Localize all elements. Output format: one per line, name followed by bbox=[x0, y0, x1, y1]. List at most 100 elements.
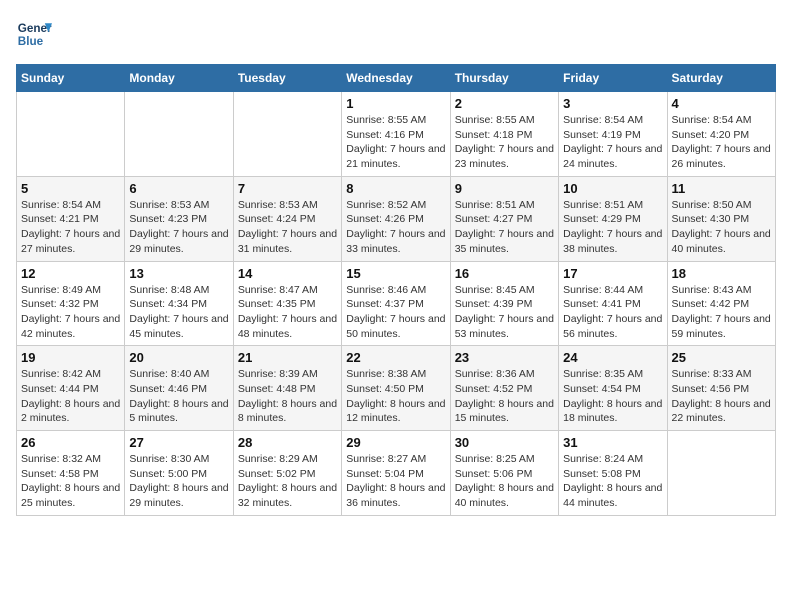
calendar-cell-w2-d3: 15 Sunrise: 8:46 AMSunset: 4:37 PMDayligh… bbox=[342, 261, 450, 346]
day-info: Sunrise: 8:35 AMSunset: 4:54 PMDaylight:… bbox=[563, 367, 662, 426]
calendar-cell-w1-d0: 5 Sunrise: 8:54 AMSunset: 4:21 PMDaylight… bbox=[17, 176, 125, 261]
weekday-sunday: Sunday bbox=[17, 65, 125, 92]
day-info: Sunrise: 8:51 AMSunset: 4:27 PMDaylight:… bbox=[455, 198, 554, 257]
calendar-cell-w3-d1: 20 Sunrise: 8:40 AMSunset: 4:46 PMDayligh… bbox=[125, 346, 233, 431]
calendar-cell-w1-d4: 9 Sunrise: 8:51 AMSunset: 4:27 PMDaylight… bbox=[450, 176, 558, 261]
day-info: Sunrise: 8:55 AMSunset: 4:18 PMDaylight:… bbox=[455, 113, 554, 172]
day-number: 14 bbox=[238, 266, 337, 281]
calendar-cell-w4-d3: 29 Sunrise: 8:27 AMSunset: 5:04 PMDayligh… bbox=[342, 431, 450, 516]
day-number: 28 bbox=[238, 435, 337, 450]
weekday-thursday: Thursday bbox=[450, 65, 558, 92]
weekday-tuesday: Tuesday bbox=[233, 65, 341, 92]
day-info: Sunrise: 8:46 AMSunset: 4:37 PMDaylight:… bbox=[346, 283, 445, 342]
day-number: 24 bbox=[563, 350, 662, 365]
calendar-cell-w0-d6: 4Sunrise: 8:54 AMSunset: 4:20 PMDaylight… bbox=[667, 92, 775, 177]
calendar-cell-w3-d2: 21 Sunrise: 8:39 AMSunset: 4:48 PMDayligh… bbox=[233, 346, 341, 431]
logo-icon: General Blue bbox=[16, 16, 52, 52]
day-number: 19 bbox=[21, 350, 120, 365]
day-info: Sunrise: 8:30 AMSunset: 5:00 PMDaylight:… bbox=[129, 452, 228, 511]
calendar-cell-w1-d5: 10 Sunrise: 8:51 AMSunset: 4:29 PMDayligh… bbox=[559, 176, 667, 261]
day-info: Sunrise: 8:49 AMSunset: 4:32 PMDaylight:… bbox=[21, 283, 120, 342]
day-info: Sunrise: 8:47 AMSunset: 4:35 PMDaylight:… bbox=[238, 283, 337, 342]
day-info: Sunrise: 8:54 AMSunset: 4:20 PMDaylight:… bbox=[672, 113, 771, 172]
calendar-cell-w2-d1: 13Sunrise: 8:48 AMSunset: 4:34 PMDayligh… bbox=[125, 261, 233, 346]
calendar-cell-w0-d1 bbox=[125, 92, 233, 177]
day-number: 16 bbox=[455, 266, 554, 281]
day-number: 17 bbox=[563, 266, 662, 281]
svg-text:Blue: Blue bbox=[18, 35, 44, 48]
day-info: Sunrise: 8:32 AMSunset: 4:58 PMDaylight:… bbox=[21, 452, 120, 511]
calendar-cell-w3-d4: 23 Sunrise: 8:36 AMSunset: 4:52 PMDayligh… bbox=[450, 346, 558, 431]
day-number: 25 bbox=[672, 350, 771, 365]
day-number: 8 bbox=[346, 181, 445, 196]
day-number: 22 bbox=[346, 350, 445, 365]
day-number: 23 bbox=[455, 350, 554, 365]
calendar-cell-w2-d0: 12 Sunrise: 8:49 AMSunset: 4:32 PMDayligh… bbox=[17, 261, 125, 346]
day-number: 30 bbox=[455, 435, 554, 450]
day-info: Sunrise: 8:27 AMSunset: 5:04 PMDaylight:… bbox=[346, 452, 445, 511]
calendar-cell-w0-d4: 2 Sunrise: 8:55 AMSunset: 4:18 PMDaylight… bbox=[450, 92, 558, 177]
day-info: Sunrise: 8:50 AMSunset: 4:30 PMDaylight:… bbox=[672, 198, 771, 257]
day-number: 18 bbox=[672, 266, 771, 281]
day-info: Sunrise: 8:42 AMSunset: 4:44 PMDaylight:… bbox=[21, 367, 120, 426]
calendar-cell-w4-d1: 27 Sunrise: 8:30 AMSunset: 5:00 PMDayligh… bbox=[125, 431, 233, 516]
day-number: 10 bbox=[563, 181, 662, 196]
day-info: Sunrise: 8:53 AMSunset: 4:24 PMDaylight:… bbox=[238, 198, 337, 257]
calendar-cell-w4-d5: 31 Sunrise: 8:24 AMSunset: 5:08 PMDayligh… bbox=[559, 431, 667, 516]
day-info: Sunrise: 8:55 AMSunset: 4:16 PMDaylight:… bbox=[346, 113, 445, 172]
day-number: 12 bbox=[21, 266, 120, 281]
day-number: 26 bbox=[21, 435, 120, 450]
day-number: 3 bbox=[563, 96, 662, 111]
day-info: Sunrise: 8:43 AMSunset: 4:42 PMDaylight:… bbox=[672, 283, 771, 342]
day-number: 6 bbox=[129, 181, 228, 196]
day-info: Sunrise: 8:45 AMSunset: 4:39 PMDaylight:… bbox=[455, 283, 554, 342]
calendar-cell-w4-d0: 26 Sunrise: 8:32 AMSunset: 4:58 PMDayligh… bbox=[17, 431, 125, 516]
calendar-cell-w0-d5: 3Sunrise: 8:54 AMSunset: 4:19 PMDaylight… bbox=[559, 92, 667, 177]
calendar-cell-w3-d6: 25 Sunrise: 8:33 AMSunset: 4:56 PMDayligh… bbox=[667, 346, 775, 431]
day-number: 20 bbox=[129, 350, 228, 365]
calendar-cell-w1-d3: 8 Sunrise: 8:52 AMSunset: 4:26 PMDaylight… bbox=[342, 176, 450, 261]
calendar-cell-w2-d2: 14 Sunrise: 8:47 AMSunset: 4:35 PMDayligh… bbox=[233, 261, 341, 346]
day-number: 1 bbox=[346, 96, 445, 111]
day-info: Sunrise: 8:48 AMSunset: 4:34 PMDaylight:… bbox=[129, 283, 228, 342]
day-info: Sunrise: 8:52 AMSunset: 4:26 PMDaylight:… bbox=[346, 198, 445, 257]
day-info: Sunrise: 8:38 AMSunset: 4:50 PMDaylight:… bbox=[346, 367, 445, 426]
calendar-cell-w4-d4: 30 Sunrise: 8:25 AMSunset: 5:06 PMDayligh… bbox=[450, 431, 558, 516]
day-number: 2 bbox=[455, 96, 554, 111]
day-info: Sunrise: 8:51 AMSunset: 4:29 PMDaylight:… bbox=[563, 198, 662, 257]
day-info: Sunrise: 8:36 AMSunset: 4:52 PMDaylight:… bbox=[455, 367, 554, 426]
day-number: 7 bbox=[238, 181, 337, 196]
calendar-cell-w0-d0 bbox=[17, 92, 125, 177]
day-info: Sunrise: 8:44 AMSunset: 4:41 PMDaylight:… bbox=[563, 283, 662, 342]
page-header: General Blue bbox=[16, 16, 776, 52]
day-number: 29 bbox=[346, 435, 445, 450]
calendar-cell-w2-d5: 17 Sunrise: 8:44 AMSunset: 4:41 PMDayligh… bbox=[559, 261, 667, 346]
calendar-cell-w1-d6: 11 Sunrise: 8:50 AMSunset: 4:30 PMDayligh… bbox=[667, 176, 775, 261]
calendar-cell-w2-d6: 18 Sunrise: 8:43 AMSunset: 4:42 PMDayligh… bbox=[667, 261, 775, 346]
day-info: Sunrise: 8:54 AMSunset: 4:21 PMDaylight:… bbox=[21, 198, 120, 257]
calendar-cell-w3-d3: 22 Sunrise: 8:38 AMSunset: 4:50 PMDayligh… bbox=[342, 346, 450, 431]
weekday-friday: Friday bbox=[559, 65, 667, 92]
day-number: 21 bbox=[238, 350, 337, 365]
day-info: Sunrise: 8:25 AMSunset: 5:06 PMDaylight:… bbox=[455, 452, 554, 511]
calendar-table: SundayMondayTuesdayWednesdayThursdayFrid… bbox=[16, 64, 776, 516]
day-info: Sunrise: 8:39 AMSunset: 4:48 PMDaylight:… bbox=[238, 367, 337, 426]
day-number: 27 bbox=[129, 435, 228, 450]
calendar-cell-w0-d3: 1 Sunrise: 8:55 AMSunset: 4:16 PMDaylight… bbox=[342, 92, 450, 177]
day-info: Sunrise: 8:40 AMSunset: 4:46 PMDaylight:… bbox=[129, 367, 228, 426]
day-number: 11 bbox=[672, 181, 771, 196]
weekday-monday: Monday bbox=[125, 65, 233, 92]
day-number: 15 bbox=[346, 266, 445, 281]
calendar-cell-w3-d5: 24 Sunrise: 8:35 AMSunset: 4:54 PMDayligh… bbox=[559, 346, 667, 431]
calendar-cell-w2-d4: 16 Sunrise: 8:45 AMSunset: 4:39 PMDayligh… bbox=[450, 261, 558, 346]
calendar-cell-w1-d2: 7 Sunrise: 8:53 AMSunset: 4:24 PMDaylight… bbox=[233, 176, 341, 261]
calendar-cell-w1-d1: 6Sunrise: 8:53 AMSunset: 4:23 PMDaylight… bbox=[125, 176, 233, 261]
calendar-cell-w4-d6 bbox=[667, 431, 775, 516]
day-number: 9 bbox=[455, 181, 554, 196]
day-info: Sunrise: 8:24 AMSunset: 5:08 PMDaylight:… bbox=[563, 452, 662, 511]
day-number: 5 bbox=[21, 181, 120, 196]
day-number: 31 bbox=[563, 435, 662, 450]
day-info: Sunrise: 8:33 AMSunset: 4:56 PMDaylight:… bbox=[672, 367, 771, 426]
weekday-wednesday: Wednesday bbox=[342, 65, 450, 92]
calendar-cell-w0-d2 bbox=[233, 92, 341, 177]
